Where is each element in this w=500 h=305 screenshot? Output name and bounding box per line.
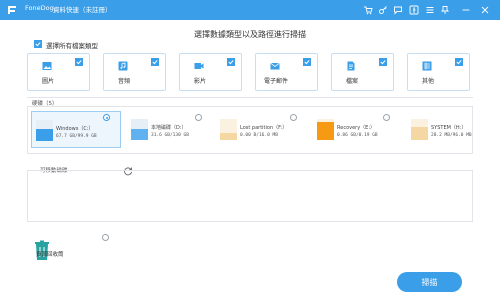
title-bar: FoneDog 資料快速（未註冊） [0,0,500,20]
facebook-icon[interactable] [407,3,421,17]
menu-icon[interactable] [423,3,437,17]
file-type-email[interactable]: 電子郵件 [255,53,318,91]
file-type-label: 音頻 [117,78,130,85]
drive-size: 67.7 GB/99.9 GB [56,134,97,139]
section-divider [27,97,473,98]
music-icon [118,61,128,71]
file-type-audio[interactable]: 音頻 [103,53,166,91]
drive-radio[interactable] [383,114,390,121]
removable-drive-panel [27,170,473,222]
chat-icon[interactable] [391,3,405,17]
file-type-checkbox[interactable] [75,58,83,66]
drive-item[interactable]: 本地磁碟（D:） 31.6 GB/130 GB [127,111,217,148]
select-all-checkbox[interactable] [34,40,42,48]
file-type-video[interactable]: 影片 [179,53,242,91]
file-type-label: 其他 [421,78,434,85]
file-type-label: 影片 [193,78,206,85]
document-icon [347,61,355,71]
file-type-checkbox[interactable] [227,58,235,66]
pin-icon[interactable] [438,3,452,17]
file-type-checkbox[interactable] [455,58,463,66]
scan-button[interactable]: 掃描 [397,272,462,292]
app-edition: 資料快速（未註冊） [53,6,112,14]
drive-radio[interactable] [290,114,297,121]
drive-size: 28.2 MB/96.0 MB [431,133,472,138]
close-icon[interactable] [478,3,492,17]
hard-drive-icon [411,119,428,140]
page-heading: 選擇數據類型以及路徑進行掃描 [194,30,306,39]
select-all-label: 選擇所有檔案類型 [46,42,98,50]
recycle-bin-radio[interactable] [102,234,109,241]
file-type-label: 圖片 [41,78,54,85]
file-type-label: 電子郵件 [263,78,288,85]
drive-size: 31.6 GB/130 GB [151,133,189,138]
drive-item[interactable]: SYSTEM（H:） 28.2 MB/96.0 MB [407,111,472,148]
app-name: FoneDog [25,4,54,12]
app-logo-icon [8,6,16,14]
recycle-bin-label: 資源回收筒 [36,252,64,258]
file-type-checkbox[interactable] [379,58,387,66]
file-type-checkbox[interactable] [151,58,159,66]
file-type-others[interactable]: 其他 [407,53,470,91]
file-type-documents[interactable]: 檔案 [331,53,394,91]
file-type-checkbox[interactable] [303,58,311,66]
hard-drive-icon [220,119,237,140]
drive-name: Recovery（E:） [337,125,376,131]
key-icon[interactable] [376,3,390,17]
hard-drive-icon [36,120,53,141]
drive-name: SYSTEM（H:） [431,125,467,131]
image-icon [42,62,52,70]
drive-name: 本地磁碟（D:） [151,125,187,131]
drive-name: Windows（C:） [56,126,94,132]
drive-radio[interactable] [195,114,202,121]
drive-size: 0.00 B/16.0 MB [240,133,278,138]
file-type-images[interactable]: 圖片 [27,53,90,91]
drive-radio[interactable] [103,114,110,121]
file-type-label: 檔案 [345,78,358,85]
minimize-icon[interactable] [459,3,473,17]
drive-name: Lost partition（F:） [240,125,288,131]
hard-drive-icon [131,119,148,140]
email-icon [270,62,280,70]
hard-drive-icon [317,119,334,140]
other-icon [422,61,432,71]
drive-size: 0.86 GB/0.19 GB [337,133,378,138]
cart-icon[interactable] [361,3,375,17]
video-icon [194,63,204,69]
